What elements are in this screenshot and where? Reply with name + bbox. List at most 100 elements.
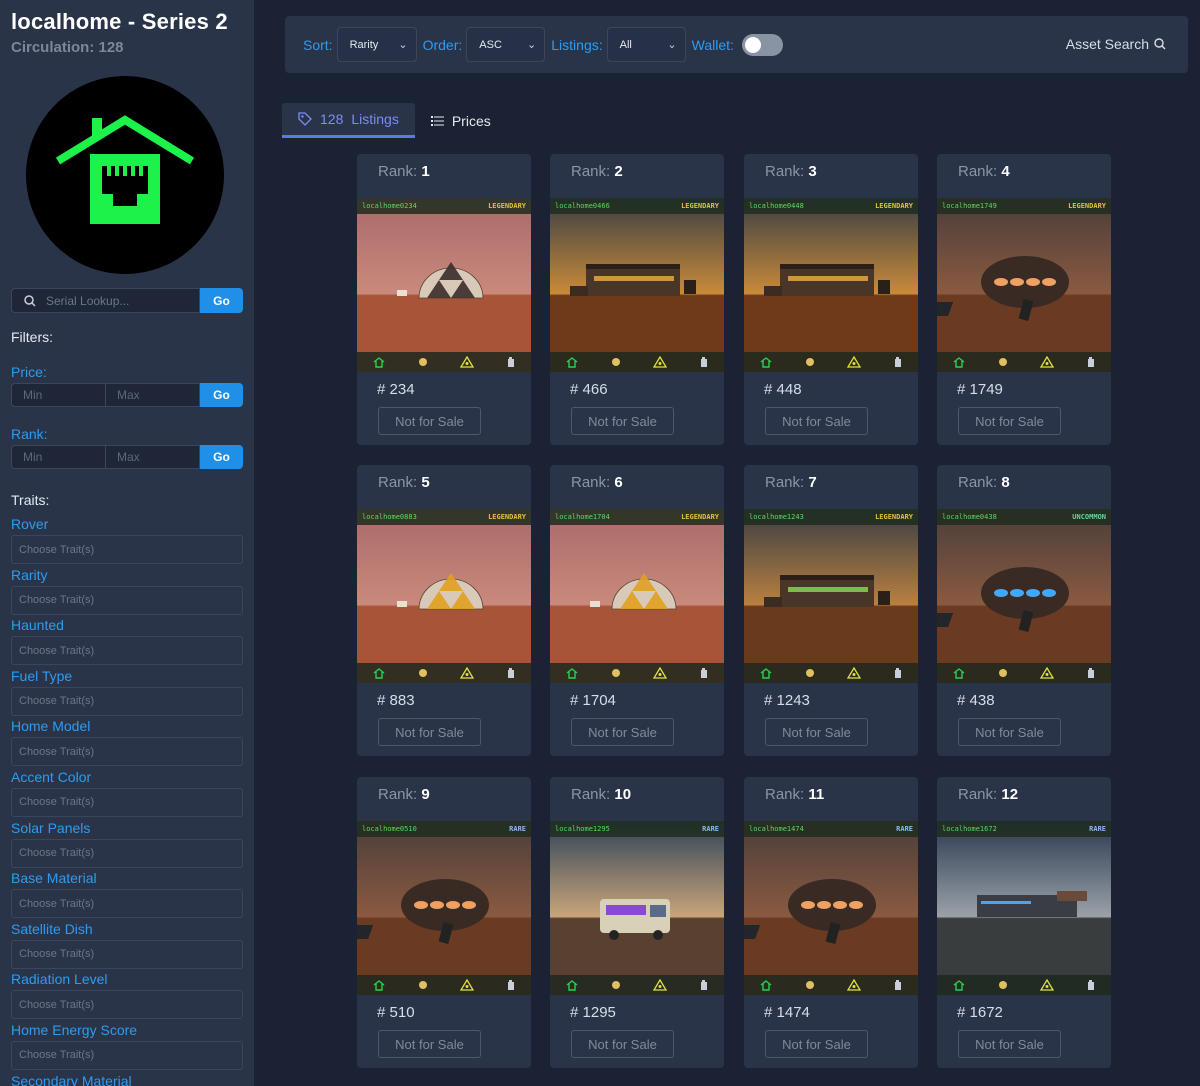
nft-rarity: LEGENDARY (488, 202, 526, 210)
nft-header-strip: localhome0510 RARE (357, 821, 531, 837)
trait-select[interactable]: Choose Trait(s) (11, 990, 243, 1020)
nft-header-strip: localhome1672 RARE (937, 821, 1111, 837)
trait-name: Home Model (11, 718, 91, 735)
listing-card[interactable]: Rank: 10 localhome1295 RARE # 1295 Not for S… (550, 777, 724, 1068)
power-icon (611, 669, 620, 677)
listing-card[interactable]: Rank: 2 localhome0466 LEGENDARY # 466 Not fo… (550, 154, 724, 445)
sort-select[interactable]: Rarity ⌄ (336, 27, 417, 62)
not-for-sale-button[interactable]: Not for Sale (571, 718, 674, 746)
nft-trait-strip (357, 975, 531, 995)
nft-rarity: RARE (702, 825, 719, 833)
not-for-sale-button[interactable]: Not for Sale (378, 1030, 481, 1058)
serial-go-button[interactable]: Go (200, 288, 243, 313)
fuel-icon (700, 979, 707, 990)
listing-card[interactable]: Rank: 7 localhome1243 LEGENDARY # 1243 Not f… (744, 465, 918, 756)
nft-thumbnail[interactable]: localhome0883 LEGENDARY (357, 509, 531, 683)
card-rank: Rank: 4 (958, 163, 1010, 180)
chevron-down-icon: ⌄ (398, 39, 408, 51)
listing-card[interactable]: Rank: 5 localhome0883 LEGENDARY # 883 Not fo… (357, 465, 531, 756)
listing-card[interactable]: Rank: 3 localhome0448 LEGENDARY # 448 Not fo… (744, 154, 918, 445)
price-min-input[interactable]: Min (11, 383, 105, 407)
nft-thumbnail[interactable]: localhome0438 UNCOMMON (937, 509, 1111, 683)
nft-tag: localhome1749 (942, 202, 997, 210)
trait-select[interactable]: Choose Trait(s) (11, 939, 243, 969)
asset-search-label: Asset Search (1065, 36, 1149, 52)
nft-tag: localhome1672 (942, 825, 997, 833)
listing-card[interactable]: Rank: 9 localhome0510 RARE # 510 Not for Sal… (357, 777, 531, 1068)
price-filter-label: Price: (11, 364, 47, 380)
trait-name: Secondary Material (11, 1072, 132, 1086)
not-for-sale-button[interactable]: Not for Sale (571, 407, 674, 435)
power-icon (998, 669, 1007, 677)
home-icon (373, 667, 385, 679)
rank-value: 10 (614, 786, 632, 803)
trait-name: Haunted (11, 617, 64, 634)
nft-thumbnail[interactable]: localhome0234 LEGENDARY (357, 198, 531, 372)
not-for-sale-button[interactable]: Not for Sale (765, 718, 868, 746)
nft-tag: localhome1295 (555, 825, 610, 833)
nft-tag: localhome1474 (749, 825, 804, 833)
not-for-sale-button[interactable]: Not for Sale (958, 407, 1061, 435)
radiation-icon (1040, 979, 1055, 991)
listing-card[interactable]: Rank: 8 localhome0438 UNCOMMON # 438 Not for… (937, 465, 1111, 756)
trait-filter: Home Energy Score Choose Trait(s) (11, 1020, 243, 1070)
price-max-input[interactable]: Max (105, 383, 200, 407)
listing-card[interactable]: Rank: 6 localhome1704 LEGENDARY # 1704 Not f… (550, 465, 724, 756)
serial-lookup-input[interactable]: Serial Lookup... (11, 288, 200, 313)
listing-card[interactable]: Rank: 4 localhome1749 LEGENDARY # 1749 Not f… (937, 154, 1111, 445)
listing-card[interactable]: Rank: 12 localhome1672 RARE # 1672 Not for S… (937, 777, 1111, 1068)
wallet-toggle[interactable] (741, 33, 783, 56)
tab-listings[interactable]: 128 Listings (282, 103, 415, 138)
not-for-sale-button[interactable]: Not for Sale (958, 718, 1061, 746)
trait-select[interactable]: Choose Trait(s) (11, 787, 243, 817)
trait-select[interactable]: Choose Trait(s) (11, 889, 243, 919)
rank-prefix: Rank: (958, 163, 998, 180)
trait-select[interactable]: Choose Trait(s) (11, 737, 243, 767)
asset-search-button[interactable]: Asset Search (1066, 36, 1166, 52)
power-icon (418, 981, 427, 989)
order-select[interactable]: ASC ⌄ (466, 27, 546, 62)
listing-card[interactable]: Rank: 11 localhome1474 RARE # 1474 Not for S… (744, 777, 918, 1068)
nft-thumbnail[interactable]: localhome1749 LEGENDARY (937, 198, 1111, 372)
radiation-icon (460, 356, 475, 368)
not-for-sale-button[interactable]: Not for Sale (571, 1030, 674, 1058)
trait-select[interactable]: Choose Trait(s) (11, 636, 243, 666)
trait-select[interactable]: Choose Trait(s) (11, 535, 243, 564)
power-icon (418, 669, 427, 677)
trait-select[interactable]: Choose Trait(s) (11, 686, 243, 716)
not-for-sale-button[interactable]: Not for Sale (378, 407, 481, 435)
nft-thumbnail[interactable]: localhome1704 LEGENDARY (550, 509, 724, 683)
tag-icon (298, 112, 312, 126)
trait-select[interactable]: Choose Trait(s) (11, 1040, 243, 1070)
not-for-sale-button[interactable]: Not for Sale (765, 407, 868, 435)
not-for-sale-button[interactable]: Not for Sale (378, 718, 481, 746)
tab-prices[interactable]: Prices (415, 103, 507, 138)
card-serial: # 1474 (764, 1004, 810, 1021)
trait-select[interactable]: Choose Trait(s) (11, 838, 243, 868)
price-go-button[interactable]: Go (200, 383, 243, 407)
card-serial: # 1295 (570, 1004, 616, 1021)
nft-thumbnail[interactable]: localhome1243 LEGENDARY (744, 509, 918, 683)
listing-card[interactable]: Rank: 1 localhome0234 LEGENDARY # 234 Not fo… (357, 154, 531, 445)
nft-thumbnail[interactable]: localhome0466 LEGENDARY (550, 198, 724, 372)
nft-thumbnail[interactable]: localhome0448 LEGENDARY (744, 198, 918, 372)
nft-scene-image (550, 821, 724, 995)
nft-thumbnail[interactable]: localhome0510 RARE (357, 821, 531, 995)
rank-go-button[interactable]: Go (200, 445, 243, 469)
rank-value: 12 (1001, 786, 1019, 803)
rank-value: 4 (1001, 163, 1010, 180)
rank-min-input[interactable]: Min (11, 445, 105, 469)
nft-scene-image (937, 198, 1111, 372)
listings-select[interactable]: All ⌄ (606, 27, 686, 62)
rank-max-input[interactable]: Max (105, 445, 200, 469)
trait-select[interactable]: Choose Trait(s) (11, 585, 243, 615)
rank-range: Min Max Go (11, 445, 243, 469)
nft-tag: localhome1243 (749, 513, 804, 521)
not-for-sale-button[interactable]: Not for Sale (765, 1030, 868, 1058)
nft-thumbnail[interactable]: localhome1295 RARE (550, 821, 724, 995)
nft-thumbnail[interactable]: localhome1672 RARE (937, 821, 1111, 995)
nft-scene-image (357, 821, 531, 995)
not-for-sale-button[interactable]: Not for Sale (958, 1030, 1061, 1058)
nft-thumbnail[interactable]: localhome1474 RARE (744, 821, 918, 995)
rank-value: 3 (808, 163, 817, 180)
